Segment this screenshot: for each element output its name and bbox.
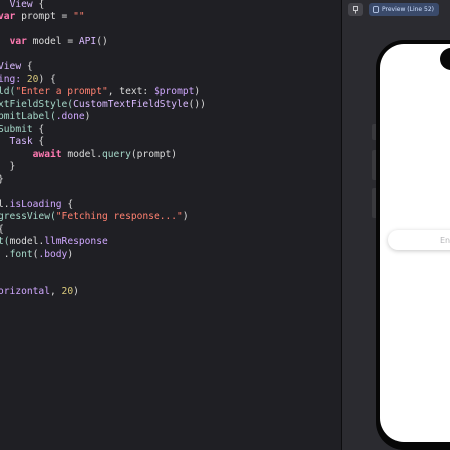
code-token: query — [101, 148, 131, 160]
code-line: ing: 20) { — [0, 74, 56, 86]
code-line: { — [0, 224, 4, 236]
code-token: isLoading — [9, 198, 62, 210]
code-line: gressView("Fetching response...") — [0, 211, 189, 223]
code-token: ) — [67, 248, 74, 260]
code-token: "" — [73, 11, 85, 23]
code-token: ld( — [0, 86, 16, 98]
code-token: { — [32, 136, 45, 148]
code-line: bmitLabel(.done) — [0, 111, 90, 123]
code-line: ld("Enter a prompt", text: $prompt) — [0, 86, 200, 98]
code-editor[interactable]: View {var prompt = "" var model = API() V… — [0, 0, 341, 450]
code-token: l. — [0, 198, 10, 210]
code-line: l.isLoading { — [0, 199, 73, 211]
code-token: xtFieldStyle( — [0, 98, 74, 110]
code-token: model. — [9, 236, 45, 248]
code-line: var model = API() — [0, 36, 108, 48]
code-line: orizontal, 20) — [0, 286, 79, 298]
code-token: prompt = — [15, 11, 74, 23]
code-token: CustomTextFieldStyle — [73, 98, 189, 110]
code-line: t(model.llmResponse — [0, 236, 108, 248]
code-line: Task { — [0, 136, 45, 148]
code-token: "Enter a prompt" — [15, 86, 108, 98]
code-token: 20 — [26, 73, 39, 85]
code-token: font — [9, 248, 33, 260]
code-token: { — [32, 123, 45, 135]
code-token: t( — [0, 236, 10, 248]
code-token: (prompt) — [130, 148, 178, 160]
code-token: ) — [84, 111, 91, 123]
code-token: ()) — [188, 98, 206, 110]
code-token: ) — [182, 211, 189, 223]
code-token: { — [32, 0, 45, 10]
code-token: () — [96, 36, 108, 48]
code-line: var prompt = "" — [0, 11, 85, 23]
code-token: ) { — [38, 73, 56, 85]
code-token: model. — [61, 148, 102, 160]
code-token: , — [49, 286, 62, 298]
code-line: await model.query(prompt) — [0, 149, 177, 161]
prompt-placeholder: Enter a prompt — [440, 235, 450, 245]
code-token: View — [9, 0, 33, 10]
code-token: 20 — [61, 286, 74, 298]
preview-pin-icon — [353, 5, 358, 13]
code-token: . — [3, 248, 10, 260]
code-token: { — [0, 224, 4, 235]
code-token: .done — [55, 111, 85, 123]
code-token: var — [0, 11, 16, 23]
code-token: API — [78, 36, 97, 48]
code-token: ing: — [0, 73, 27, 85]
code-token: $prompt — [153, 86, 195, 98]
code-token: Task — [0, 136, 33, 148]
preview-selector-button[interactable]: Preview (Line 52) — [369, 3, 439, 16]
xcode-window: View {var prompt = "" var model = API() V… — [0, 0, 450, 450]
code-token: { — [61, 198, 74, 210]
code-token: var — [9, 36, 27, 48]
code-token: model = — [26, 36, 79, 48]
code-token: bmitLabel( — [0, 111, 56, 123]
device-icon — [373, 6, 379, 13]
code-line: } — [0, 161, 16, 173]
code-token: "Fetching response..." — [55, 211, 183, 223]
code-line: } — [0, 174, 4, 186]
code-line: View { — [0, 61, 33, 73]
prompt-text-field[interactable]: Enter a prompt — [388, 230, 450, 250]
code-token: orizontal — [0, 286, 50, 298]
code-line: .font(.body) — [0, 249, 73, 261]
code-line: xtFieldStyle(CustomTextFieldStyle()) — [0, 99, 206, 111]
code-token: ) — [73, 286, 79, 298]
code-token: ) — [194, 86, 201, 98]
code-token: gressView( — [0, 211, 56, 223]
code-token: { — [21, 61, 33, 73]
code-token: View — [0, 61, 22, 73]
code-line: Submit { — [0, 124, 44, 136]
code-token: await — [32, 148, 62, 160]
preview-pin-button[interactable] — [348, 3, 363, 16]
code-token: llmResponse — [44, 236, 108, 248]
code-token: } — [9, 161, 16, 173]
code-token: } — [0, 174, 4, 185]
preview-chip-label: Preview (Line 52) — [382, 6, 434, 13]
code-line: View { — [0, 0, 45, 11]
code-token: Submit — [0, 123, 33, 135]
code-token: , text: — [107, 86, 154, 98]
code-token: .body — [38, 248, 68, 260]
